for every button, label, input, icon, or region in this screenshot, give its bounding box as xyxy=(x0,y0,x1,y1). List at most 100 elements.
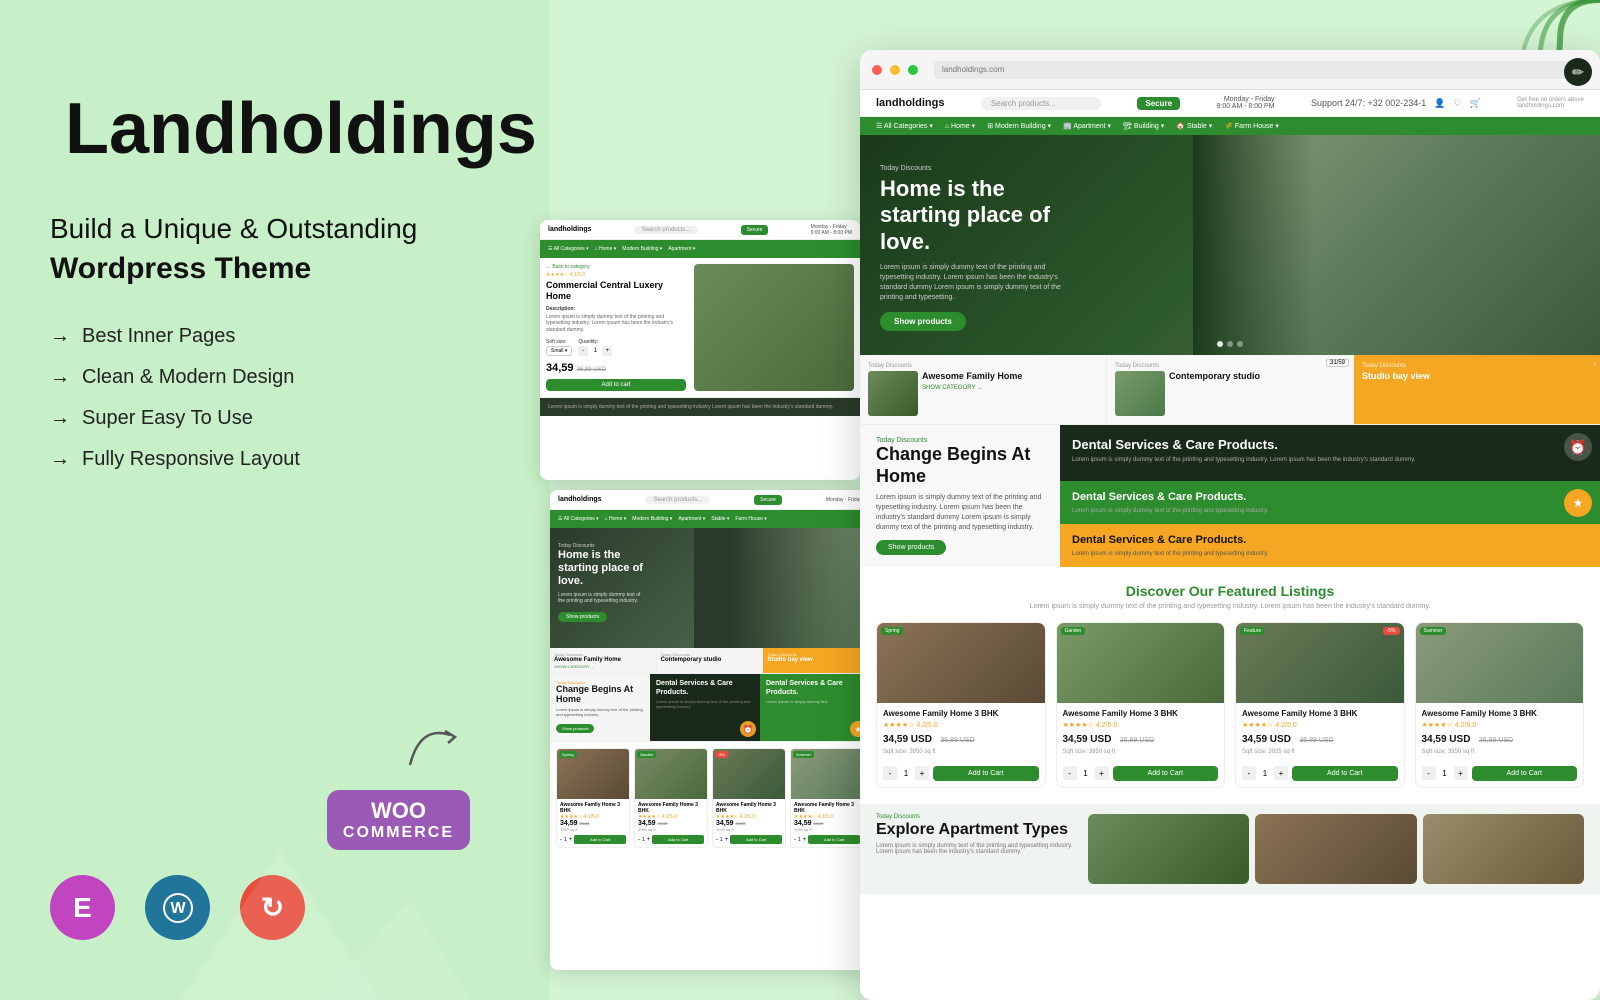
browser-url-bar[interactable]: landholdings.com xyxy=(934,61,1588,79)
qty-plus-2[interactable]: + xyxy=(1095,766,1109,780)
decorative-swirl xyxy=(400,715,460,780)
hero-show-products-btn[interactable]: Show products xyxy=(880,312,966,331)
add-cart-btn-2[interactable]: Add to Cart xyxy=(1113,766,1219,781)
mini-hero-btn[interactable]: Show products xyxy=(558,612,607,622)
hero-section: Today Discounts Home is the starting pla… xyxy=(860,135,1600,355)
listing-name-1: Awesome Family Home 3 BHK xyxy=(883,709,1039,719)
mini-size-qty: Soft size: Small ▾ Quantity: - 1 + xyxy=(546,339,686,356)
listing-price-row-2: 34,59 USD 36,89 USD xyxy=(1063,729,1219,747)
feature-item-4: → Fully Responsive Layout xyxy=(50,448,500,471)
mini-listing-4: Summer Awesome Family Home 3 BHK ★★★★☆ 4… xyxy=(790,748,864,848)
featured-section-desc: Lorem ipsum is simply dummy text of the … xyxy=(876,603,1584,610)
svg-text:W: W xyxy=(170,900,186,917)
change-title: Change Begins At Home xyxy=(876,444,1044,487)
mini-nav: ☰ All Categories ▾ ⌂ Home ▾ Modern Build… xyxy=(540,240,860,258)
header-icons: Support 24/7: +32 002-234-1 👤 ♡ 🛒 xyxy=(1311,98,1481,109)
mini-property-cards: Today Discounts Awesome Family Home SHOW… xyxy=(550,648,870,674)
dental-card-dark: Dental Services & Care Products. Lorem i… xyxy=(1060,425,1600,481)
listings-grid: Spring Awesome Family Home 3 BHK ★★★★☆ 4… xyxy=(876,622,1584,788)
mini-card-title-1: Awesome Family Home xyxy=(554,657,652,664)
nav-stable[interactable]: 🏠 Stable ▾ xyxy=(1176,122,1212,130)
hero-pagination xyxy=(1217,341,1243,347)
secure-button[interactable]: Secure xyxy=(1137,97,1180,110)
featured-section-title: Discover Our Featured Listings xyxy=(876,583,1584,599)
add-cart-btn-3[interactable]: Add to Cart xyxy=(1292,766,1398,781)
listing-info-2: Awesome Family Home 3 BHK ★★★★☆ 4.2/5.0 … xyxy=(1057,703,1225,761)
change-show-btn[interactable]: Show products xyxy=(876,540,946,555)
cart-icon[interactable]: 🛒 xyxy=(1470,98,1481,109)
change-desc: Lorem ipsum is simply dummy text of the … xyxy=(876,493,1044,532)
mini-hero-text: Today Discounts Home is the starting pla… xyxy=(558,543,658,623)
mini-product-info: ← Back to category ★★★★☆ 4.1/5.0 Commerc… xyxy=(546,264,686,391)
nav-building[interactable]: 🏗 Building ▾ xyxy=(1123,122,1164,130)
qty-minus-small[interactable]: - xyxy=(578,346,588,356)
listing-img-2: Garden xyxy=(1057,623,1225,703)
mini-header-2: landholdings Search products... Secure M… xyxy=(550,490,870,510)
nav-apartment[interactable]: 🏢 Apartment ▾ xyxy=(1063,122,1111,130)
mini-cart-btn-4[interactable]: Add to Cart xyxy=(808,835,860,844)
edit-icon-dental: ✏ xyxy=(1564,58,1592,86)
mini-change-left: Today Discounts Change Begins At Home Lo… xyxy=(550,674,650,741)
mini-card-studio: Today Discounts Contemporary studio xyxy=(657,648,764,673)
elementor-icon: E xyxy=(50,875,115,940)
qty-minus-1[interactable]: - xyxy=(883,766,897,780)
dental-title-orange: Dental Services & Care Products. xyxy=(1072,534,1588,547)
middle-panel-screenshots: landholdings Search products... Secure M… xyxy=(540,220,880,980)
listing-old-price-2: 36,89 USD xyxy=(1120,737,1154,744)
explore-thumb-3 xyxy=(1423,814,1584,884)
mini-btn: Secure xyxy=(741,225,769,235)
mini-dental-dark: Dental Services & Care Products. Lorem i… xyxy=(650,674,760,741)
site-navigation: ☰ All Categories ▾ ⌂ Home ▾ ⊞ Modern Bui… xyxy=(860,117,1600,135)
prop-title-3: Studio bay view xyxy=(1362,371,1430,382)
user-icon[interactable]: 👤 xyxy=(1434,98,1445,109)
feature-item-1: → Best Inner Pages xyxy=(50,325,500,348)
listing-name-4: Awesome Family Home 3 BHK xyxy=(1422,709,1578,719)
site-search-bar[interactable]: Search products... xyxy=(981,97,1101,110)
mini-add-cart[interactable]: Add to cart xyxy=(546,379,686,391)
mini-change-title: Change Begins At Home xyxy=(556,685,644,705)
nav-modern-building[interactable]: ⊞ Modern Building ▾ xyxy=(987,122,1051,130)
qty-plus-3[interactable]: + xyxy=(1274,766,1288,780)
qty-plus-1[interactable]: + xyxy=(915,766,929,780)
explore-desc: Lorem ipsum is simply dummy text of the … xyxy=(876,843,1076,855)
mini-back-link: ← Back to category xyxy=(546,264,686,270)
property-cards-row: Today Discounts Awesome Family Home SHOW… xyxy=(860,355,1600,425)
feature-label-2: Clean & Modern Design xyxy=(82,366,294,389)
mini-logo: landholdings xyxy=(548,226,592,233)
prop-card-contemporary: Today Discounts Contemporary studio 31/5… xyxy=(1107,355,1354,424)
mini-cart-btn-2[interactable]: Add to Cart xyxy=(652,835,704,844)
listing-name-2: Awesome Family Home 3 BHK xyxy=(1063,709,1219,719)
wordpress-icon: W xyxy=(145,875,210,940)
add-cart-btn-4[interactable]: Add to Cart xyxy=(1472,766,1578,781)
add-cart-btn-1[interactable]: Add to Cart xyxy=(933,766,1039,781)
qty-minus-2[interactable]: - xyxy=(1063,766,1077,780)
dental-card-green: Dental Services & Care Products. Lorem i… xyxy=(1060,481,1600,524)
mini-product-title: Commercial Central Luxery Home xyxy=(546,280,686,302)
prop-text-1: Awesome Family Home SHOW CATEGORY → xyxy=(922,371,1022,391)
listing-price-2: 34,59 USD xyxy=(1063,734,1112,745)
listing-img-4: Summer xyxy=(1416,623,1584,703)
heart-icon[interactable]: ♡ xyxy=(1454,98,1462,109)
mini-cart-btn-1[interactable]: Add to Cart xyxy=(574,835,626,844)
qty-minus-3[interactable]: - xyxy=(1242,766,1256,780)
star-badge-dental: ★ xyxy=(1564,489,1592,517)
feature-label-1: Best Inner Pages xyxy=(82,325,235,348)
nav-home[interactable]: ⌂ Home ▾ xyxy=(945,122,975,130)
arrow-icon-4: → xyxy=(50,448,70,471)
nav-farmhouse[interactable]: 🌾 Farm House ▾ xyxy=(1224,122,1279,130)
mini-nav-apt-2: Apartment ▾ xyxy=(678,516,705,522)
qty-plus-small[interactable]: + xyxy=(602,346,612,356)
screenshot-description-page: landholdings Search products... Secure M… xyxy=(550,490,870,970)
listing-price-4: 34,59 USD xyxy=(1422,734,1471,745)
mini-dental-title-2: Dental Services & Care Products. xyxy=(766,680,864,697)
qty-plus-4[interactable]: + xyxy=(1454,766,1468,780)
arrow-icon-1: → xyxy=(50,325,70,348)
qty-minus-4[interactable]: - xyxy=(1422,766,1436,780)
listing-img-1: Spring xyxy=(877,623,1045,703)
mini-show-btn[interactable]: Show products xyxy=(556,724,594,733)
listing-meta-3: Sqft size: 3925 sq ft xyxy=(1242,749,1398,755)
nav-all-categories[interactable]: ☰ All Categories ▾ xyxy=(876,122,933,130)
qty-value-1: 1 xyxy=(899,769,913,778)
mini-header: landholdings Search products... Secure M… xyxy=(540,220,860,240)
mini-cart-btn-3[interactable]: Add to Cart xyxy=(730,835,782,844)
